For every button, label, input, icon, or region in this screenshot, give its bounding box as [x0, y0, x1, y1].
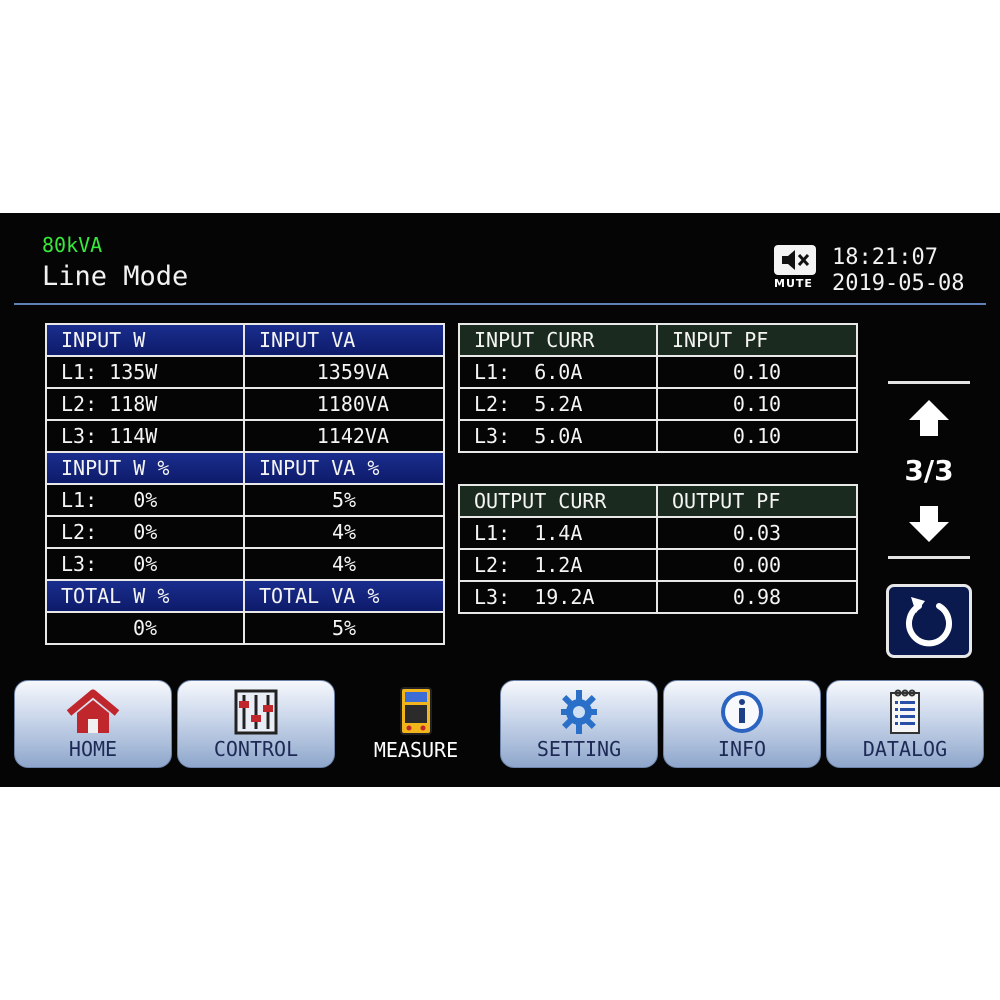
table-cell: 0.98 — [656, 580, 858, 614]
table-header-row: OUTPUT CURR OUTPUT PF — [458, 484, 858, 518]
ups-screen: 80kVA Line Mode MUTE 18:21:07 2019-05-08… — [0, 213, 1000, 787]
notepad-icon — [890, 689, 920, 734]
table-header-row: INPUT CURR INPUT PF — [458, 323, 858, 357]
header-cell: TOTAL W % — [45, 579, 245, 613]
table-cell: L2: 118W — [45, 387, 245, 421]
nav-datalog-button[interactable]: DATALOG — [826, 680, 984, 768]
header-cell: INPUT VA % — [243, 451, 445, 485]
table-cell: L3: 114W — [45, 419, 245, 453]
table-cell: L2: 0% — [45, 515, 245, 549]
clock: 18:21:07 2019-05-08 — [832, 245, 964, 297]
table-header-row: INPUT W INPUT VA — [45, 323, 445, 357]
header-cell: INPUT VA — [243, 323, 445, 357]
table-cell: L1: 0% — [45, 483, 245, 517]
mute-label: MUTE — [774, 277, 813, 290]
mute-button[interactable]: MUTE — [774, 245, 822, 295]
table-row: L3: 5.0A 0.10 — [458, 419, 858, 453]
header-cell: INPUT W — [45, 323, 245, 357]
table-cell: 1142VA — [243, 419, 445, 453]
table-header-row: TOTAL W % TOTAL VA % — [45, 579, 445, 613]
gear-icon — [561, 690, 597, 734]
table-row: L3: 19.2A 0.98 — [458, 580, 858, 614]
table-row: L3: 0% 4% — [45, 547, 445, 581]
table-cell: L3: 5.0A — [458, 419, 658, 453]
table-cell: 4% — [243, 515, 445, 549]
table-cell: L1: 6.0A — [458, 355, 658, 389]
table-row: L2: 1.2A 0.00 — [458, 548, 858, 582]
table-cell: 0.03 — [656, 516, 858, 550]
table-cell: 1359VA — [243, 355, 445, 389]
table-row: L3: 114W 1142VA — [45, 419, 445, 453]
input-power-table: INPUT W INPUT VA L1: 135W 1359VA L2: 118… — [45, 323, 445, 645]
table-row: L1: 135W 1359VA — [45, 355, 445, 389]
input-current-table: INPUT CURR INPUT PF L1: 6.0A 0.10 L2: 5.… — [458, 323, 858, 453]
sliders-icon — [234, 689, 278, 735]
header-divider — [14, 303, 986, 305]
table-cell: 5% — [243, 611, 445, 645]
table-cell: 0.10 — [656, 419, 858, 453]
page-down-icon[interactable] — [907, 504, 951, 544]
table-cell: 0.10 — [656, 355, 858, 389]
table-header-row: INPUT W % INPUT VA % — [45, 451, 445, 485]
table-cell: 4% — [243, 547, 445, 581]
table-cell: 0% — [45, 611, 245, 645]
header-cell: TOTAL VA % — [243, 579, 445, 613]
table-row: L2: 0% 4% — [45, 515, 445, 549]
nav-home-button[interactable]: HOME — [14, 680, 172, 768]
nav-measure-label: MEASURE — [373, 738, 459, 762]
table-cell: L2: 1.2A — [458, 548, 658, 582]
mode-label: Line Mode — [42, 261, 189, 292]
nav-control-label: CONTROL — [213, 737, 299, 761]
table-cell: L1: 1.4A — [458, 516, 658, 550]
nav-home-label: HOME — [68, 737, 118, 761]
nav-datalog-label: DATALOG — [862, 737, 948, 761]
output-current-table: OUTPUT CURR OUTPUT PF L1: 1.4A 0.03 L2: … — [458, 484, 858, 614]
date-value: 2019-05-08 — [832, 271, 965, 296]
header-cell: INPUT W % — [45, 451, 245, 485]
nav-control-button[interactable]: CONTROL — [177, 680, 335, 768]
nav-info-button[interactable]: INFO — [663, 680, 821, 768]
header-cell: INPUT PF — [656, 323, 858, 357]
header-cell: INPUT CURR — [458, 323, 658, 357]
multimeter-icon — [400, 687, 432, 735]
page-indicator: 3/3 — [904, 454, 954, 487]
table-row: L2: 5.2A 0.10 — [458, 387, 858, 421]
page-up-icon[interactable] — [907, 398, 951, 438]
nav-info-label: INFO — [717, 737, 767, 761]
table-row: L2: 118W 1180VA — [45, 387, 445, 421]
table-cell: 5% — [243, 483, 445, 517]
table-cell: L2: 5.2A — [458, 387, 658, 421]
home-icon — [66, 689, 120, 733]
refresh-button[interactable] — [886, 584, 972, 658]
nav-measure-button[interactable]: MEASURE — [340, 680, 492, 768]
nav-setting-label: SETTING — [536, 737, 622, 761]
model-label: 80kVA — [42, 233, 103, 257]
header-cell: OUTPUT CURR — [458, 484, 658, 518]
header-cell: OUTPUT PF — [656, 484, 858, 518]
nav-setting-button[interactable]: SETTING — [500, 680, 658, 768]
table-cell: L3: 0% — [45, 547, 245, 581]
table-cell: 1180VA — [243, 387, 445, 421]
mute-icon — [774, 245, 816, 275]
table-cell: L3: 19.2A — [458, 580, 658, 614]
table-row: 0% 5% — [45, 611, 445, 645]
table-row: L1: 1.4A 0.03 — [458, 516, 858, 550]
info-icon — [721, 691, 763, 733]
table-row: L1: 0% 5% — [45, 483, 445, 517]
page-navigator: 3/3 — [888, 381, 970, 559]
table-cell: 0.00 — [656, 548, 858, 582]
time-value: 18:21:07 — [832, 245, 938, 270]
table-cell: 0.10 — [656, 387, 858, 421]
table-cell: L1: 135W — [45, 355, 245, 389]
table-row: L1: 6.0A 0.10 — [458, 355, 858, 389]
refresh-icon — [906, 597, 952, 647]
